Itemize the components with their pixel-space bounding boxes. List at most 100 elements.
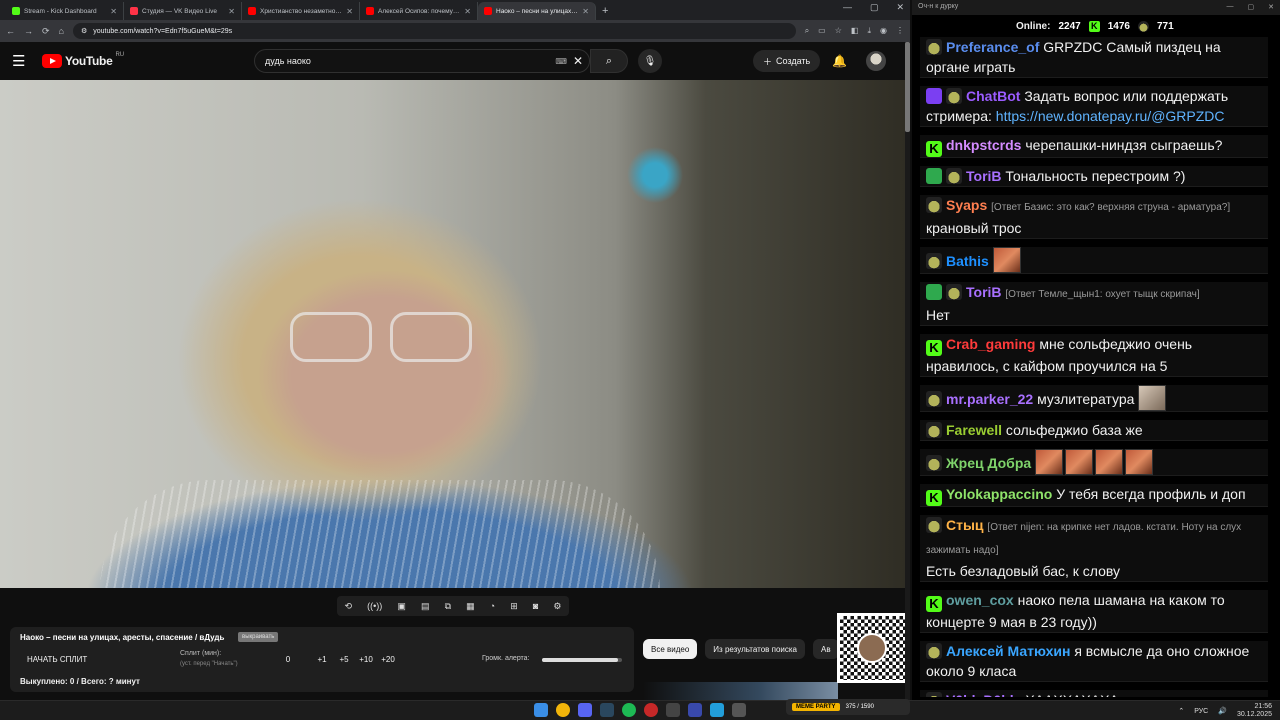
close-icon[interactable]: ✕ bbox=[1268, 3, 1274, 11]
chat-username[interactable]: ToriB bbox=[966, 284, 1002, 300]
chat-username[interactable]: Стыц bbox=[946, 517, 984, 533]
chat-username[interactable]: Yolokappaccino bbox=[946, 486, 1052, 502]
tab-close-icon[interactable]: ✕ bbox=[228, 7, 235, 16]
back-icon[interactable]: ← bbox=[6, 26, 15, 36]
split-tag-button[interactable]: выкраивать bbox=[238, 632, 279, 642]
chat-username[interactable]: Farewell bbox=[946, 422, 1002, 438]
start-windows-icon[interactable] bbox=[534, 703, 548, 717]
create-button[interactable]: ＋ Создать bbox=[753, 50, 821, 72]
split-plus-5-button[interactable]: +5 bbox=[333, 655, 355, 664]
chrome-icon[interactable] bbox=[556, 703, 570, 717]
tab-close-icon[interactable]: ✕ bbox=[464, 7, 471, 16]
screenshot-icon[interactable]: ▣ bbox=[397, 601, 406, 612]
language-indicator[interactable]: РУС bbox=[1194, 708, 1208, 715]
steam-icon[interactable] bbox=[600, 703, 614, 717]
maximize-icon[interactable]: ▢ bbox=[870, 2, 879, 13]
keyboard-icon[interactable]: ⌨ bbox=[555, 57, 567, 66]
loop-icon[interactable]: ⟲ bbox=[345, 601, 353, 612]
cast-icon[interactable]: ▭ bbox=[818, 26, 826, 36]
chat-link[interactable]: https://new.donatepay.ru/@GRPZDC bbox=[996, 108, 1225, 124]
split-plus-10-button[interactable]: +10 bbox=[355, 655, 377, 664]
browser-tab[interactable]: Христианство незаметно уничт ✕ bbox=[242, 2, 360, 20]
close-icon[interactable]: ✕ bbox=[896, 2, 904, 13]
discord-icon[interactable] bbox=[578, 703, 592, 717]
related-video-thumbnail[interactable] bbox=[643, 682, 838, 700]
add-icon[interactable]: ⊞ bbox=[510, 601, 518, 612]
clear-search-icon[interactable]: ✕ bbox=[573, 54, 583, 68]
start-split-button[interactable]: НАЧАТЬ СПЛИТ bbox=[27, 655, 87, 664]
download-icon[interactable]: ⤓ bbox=[867, 26, 871, 36]
audio-icon[interactable]: ((•)) bbox=[367, 601, 382, 611]
extension-icon[interactable]: ◧ bbox=[851, 26, 859, 36]
forward-icon[interactable]: → bbox=[24, 26, 33, 36]
split-plus-1-button[interactable]: +1 bbox=[311, 655, 333, 664]
chat-username[interactable]: Preferance_of bbox=[946, 39, 1039, 55]
minimize-icon[interactable]: — bbox=[843, 2, 852, 13]
chat-username[interactable]: V0blaD0bla bbox=[946, 692, 1021, 697]
chat-username[interactable]: mr.parker_22 bbox=[946, 391, 1033, 407]
volume-icon[interactable]: 🔊 bbox=[1218, 707, 1227, 715]
chat-username[interactable]: ToriB bbox=[966, 168, 1002, 184]
clock[interactable]: 21:56 30.12.2025 bbox=[1237, 703, 1272, 719]
youtube-logo[interactable]: YouTube RU bbox=[42, 52, 124, 68]
system-tray: ⌃ РУС 🔊 21:56 30.12.2025 bbox=[1178, 703, 1272, 719]
avatar[interactable] bbox=[866, 51, 886, 71]
subtitles-icon[interactable]: ▦ bbox=[466, 601, 475, 612]
app-icon[interactable] bbox=[666, 703, 680, 717]
tab-close-icon[interactable]: ✕ bbox=[582, 7, 589, 16]
settings-gear-icon[interactable]: ⚙ bbox=[553, 601, 561, 612]
reload-icon[interactable]: ⟳ bbox=[42, 26, 50, 37]
voice-search-button[interactable]: 🎙 bbox=[638, 49, 662, 73]
url-field[interactable]: ⚙ youtube.com/watch?v=Edn7f5uGueM&t=29s bbox=[72, 23, 796, 39]
page-scrollbar[interactable] bbox=[905, 42, 910, 700]
profile-icon[interactable]: ◉ bbox=[880, 26, 887, 36]
speed-icon[interactable]: ◔ bbox=[490, 601, 495, 611]
files-icon[interactable] bbox=[732, 703, 746, 717]
browser-tab[interactable]: Студия — VK Видео Live ✕ bbox=[124, 2, 242, 20]
minimize-icon[interactable]: — bbox=[1227, 3, 1234, 11]
video-player[interactable] bbox=[0, 80, 905, 588]
new-tab-button[interactable]: + bbox=[596, 2, 614, 20]
browser-tab[interactable]: Алексей Осипов: почему Бог … ✕ bbox=[360, 2, 478, 20]
split-plus-20-button[interactable]: +20 bbox=[377, 655, 399, 664]
zoom-icon[interactable]: ⌕ bbox=[805, 26, 809, 36]
menu-hamburger-icon[interactable]: ☰ bbox=[12, 52, 34, 70]
notifications-bell-icon[interactable]: 🔔 bbox=[832, 54, 847, 68]
chat-messages[interactable]: Preferance_of GRPZDC Самый пиздец на орг… bbox=[920, 37, 1268, 697]
maximize-icon[interactable]: ▢ bbox=[1248, 3, 1255, 11]
youtube-wordmark: YouTube bbox=[65, 54, 113, 68]
meme-party-widget[interactable]: MEME PARTY 375 / 1590 bbox=[786, 699, 910, 715]
chat-username[interactable]: Жрец Добра bbox=[946, 455, 1031, 471]
tab-close-icon[interactable]: ✕ bbox=[346, 7, 353, 16]
tray-chevron-icon[interactable]: ⌃ bbox=[1178, 707, 1184, 715]
chat-username[interactable]: Bathis bbox=[946, 253, 989, 269]
camera-icon[interactable]: ◙ bbox=[533, 601, 538, 611]
chip-from-search[interactable]: Из результатов поиска bbox=[705, 639, 805, 659]
search-button[interactable]: ⌕ bbox=[590, 49, 628, 73]
chip-author[interactable]: Ав bbox=[813, 639, 839, 659]
browser-tab[interactable]: Stream - Kick Dashboard ✕ bbox=[6, 2, 124, 20]
browser-tab[interactable]: Наоко – песни на улицах, … ✕ bbox=[478, 2, 596, 20]
clip-icon[interactable]: ▤ bbox=[421, 601, 430, 612]
search-input[interactable]: дудь наоко ⌨ ✕ bbox=[254, 49, 590, 73]
player-icon[interactable] bbox=[688, 703, 702, 717]
chip-all-videos[interactable]: Все видео bbox=[643, 639, 698, 659]
chat-username[interactable]: owen_cox bbox=[946, 592, 1014, 608]
site-info-icon[interactable]: ⚙ bbox=[81, 27, 87, 35]
alert-volume-slider[interactable] bbox=[542, 658, 622, 662]
home-icon[interactable]: ⌂ bbox=[59, 26, 64, 36]
meme-party-badge: MEME PARTY bbox=[792, 703, 840, 711]
bookmark-star-icon[interactable]: ☆ bbox=[835, 26, 842, 36]
spotify-icon[interactable] bbox=[622, 703, 636, 717]
chat-username[interactable]: Syaps bbox=[946, 197, 987, 213]
telegram-icon[interactable] bbox=[710, 703, 724, 717]
pip-icon[interactable]: ⧉ bbox=[445, 601, 451, 612]
obs-icon[interactable] bbox=[644, 703, 658, 717]
tab-favicon-icon bbox=[12, 7, 20, 15]
chat-username[interactable]: Алексей Матюхин bbox=[946, 643, 1070, 659]
menu-icon[interactable]: ⋮ bbox=[896, 26, 904, 36]
chat-username[interactable]: ChatBot bbox=[966, 88, 1020, 104]
tab-close-icon[interactable]: ✕ bbox=[110, 7, 117, 16]
chat-username[interactable]: Crab_gaming bbox=[946, 336, 1035, 352]
chat-username[interactable]: dnkpstcrds bbox=[946, 137, 1021, 153]
